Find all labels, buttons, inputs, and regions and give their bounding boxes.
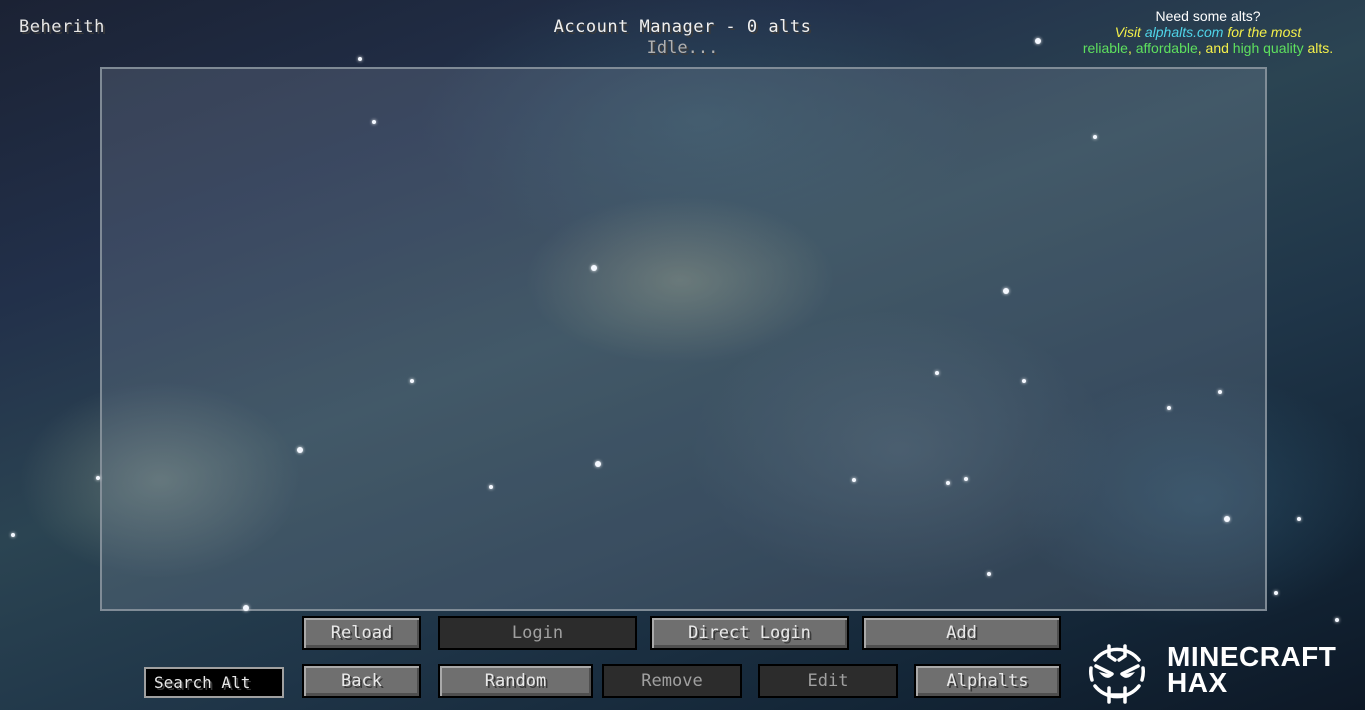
- promo-visit-text: Visit: [1114, 24, 1145, 40]
- logo-text: MINECRAFT HAX: [1167, 643, 1336, 698]
- snow-particle: [372, 120, 376, 124]
- snow-particle: [1297, 517, 1301, 521]
- random-button[interactable]: Random: [438, 664, 593, 698]
- snow-particle: [11, 533, 15, 537]
- snow-particle: [1224, 516, 1230, 522]
- promo-sep: ,: [1127, 40, 1136, 56]
- snow-particle: [1167, 406, 1171, 410]
- snow-particle: [1335, 618, 1339, 622]
- snow-particle: [1218, 390, 1222, 394]
- snow-particle: [1274, 591, 1278, 595]
- snow-particle: [964, 477, 968, 481]
- snow-particle: [96, 476, 100, 480]
- remove-button[interactable]: Remove: [602, 664, 742, 698]
- promo-sep: , and: [1197, 40, 1233, 56]
- promo-link[interactable]: alphalts.com: [1145, 24, 1224, 40]
- snow-particle: [591, 265, 597, 271]
- login-button[interactable]: Login: [438, 616, 637, 650]
- snow-particle: [1022, 379, 1026, 383]
- snow-particle: [243, 605, 249, 611]
- snow-particle: [935, 371, 939, 375]
- alphalts-button[interactable]: Alphalts: [914, 664, 1061, 698]
- logo-line-2: HAX: [1167, 667, 1228, 698]
- promo-line-2: Visit alphalts.com for the most: [1058, 24, 1358, 40]
- add-button[interactable]: Add: [862, 616, 1061, 650]
- promo-reliable: reliable: [1082, 40, 1128, 56]
- snow-particle: [1093, 135, 1097, 139]
- promo-affordable: affordable: [1135, 40, 1198, 56]
- promo-suffix-text: for the most: [1223, 24, 1302, 40]
- snow-particle: [987, 572, 991, 576]
- snow-particle: [358, 57, 362, 61]
- snow-particle: [410, 379, 414, 383]
- hax-face-icon: [1089, 644, 1145, 704]
- snow-particle: [852, 478, 856, 482]
- account-list-panel[interactable]: [100, 67, 1267, 611]
- promo-line-1: Need some alts?: [1155, 8, 1261, 24]
- snow-particle: [946, 481, 950, 485]
- direct-login-button[interactable]: Direct Login: [650, 616, 849, 650]
- search-alt-input[interactable]: [144, 667, 284, 698]
- snow-particle: [1035, 38, 1041, 44]
- snow-particle: [1003, 288, 1009, 294]
- promo-alts: alts.: [1303, 40, 1334, 56]
- promo-line-3: reliable, affordable, and high quality a…: [1058, 40, 1358, 56]
- edit-button[interactable]: Edit: [758, 664, 898, 698]
- promo-high-quality: high quality: [1232, 40, 1304, 56]
- promo-message: Need some alts? Visit alphalts.com for t…: [1058, 8, 1358, 56]
- snow-particle: [489, 485, 493, 489]
- minecraft-hax-logo: MINECRAFT HAX: [1085, 640, 1355, 704]
- snow-particle: [595, 461, 601, 467]
- reload-button[interactable]: Reload: [302, 616, 421, 650]
- back-button[interactable]: Back: [302, 664, 421, 698]
- snow-particle: [297, 447, 303, 453]
